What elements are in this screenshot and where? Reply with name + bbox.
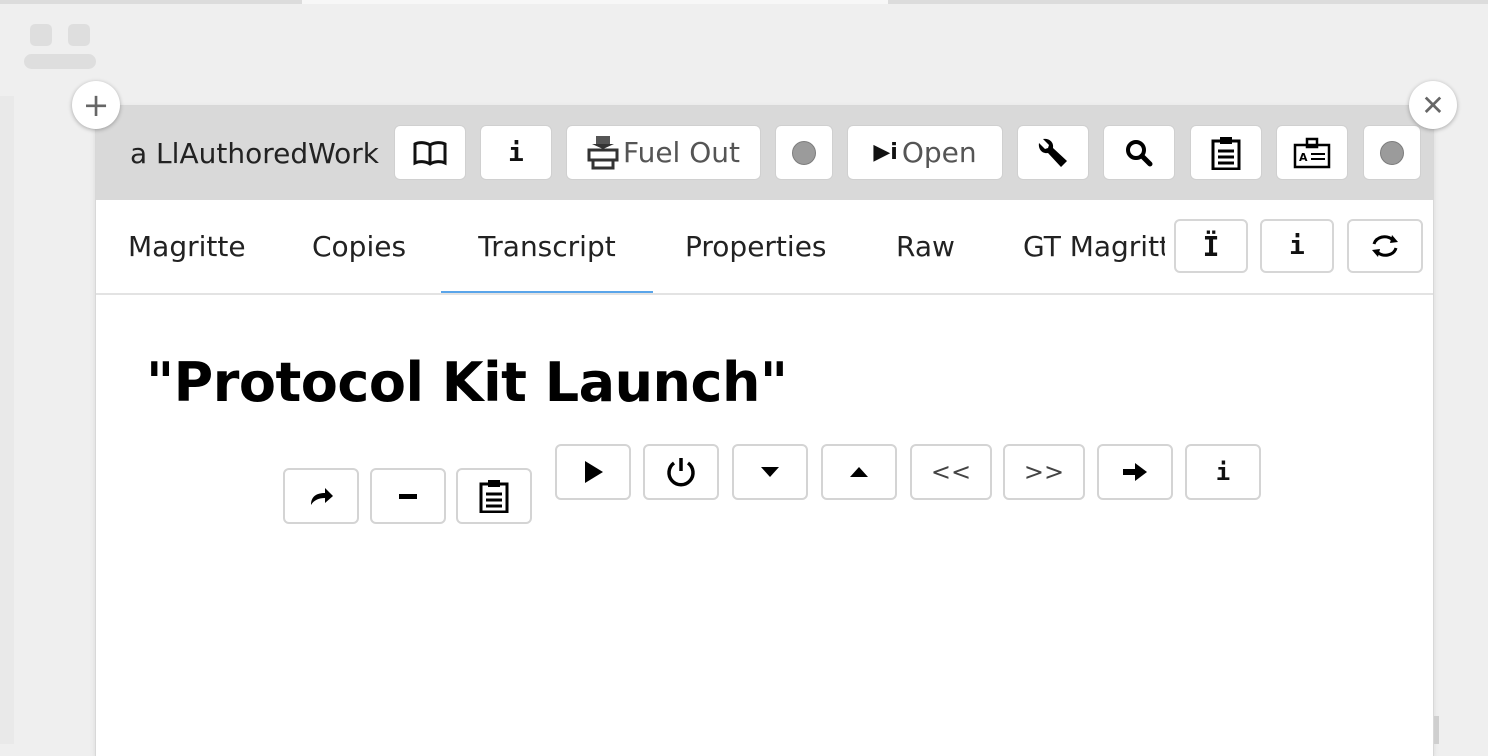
- info-button[interactable]: i: [481, 126, 551, 179]
- tab-info-button[interactable]: i: [1260, 219, 1334, 273]
- play-icon: [585, 461, 603, 483]
- caret-down-button[interactable]: [732, 444, 808, 500]
- gray-dot-icon: [792, 140, 816, 165]
- share-icon: [311, 488, 333, 505]
- window-header: a LlAuthoredWork i Fuel Out ▶i Open A: [96, 106, 1433, 200]
- caret-up-button[interactable]: [821, 444, 897, 500]
- background-window-edge: [0, 96, 14, 744]
- content-info-button[interactable]: i: [1185, 444, 1261, 500]
- arrow-right-icon: [1123, 463, 1147, 481]
- caret-up-icon: [850, 467, 868, 477]
- rewind-button[interactable]: <<: [910, 444, 992, 500]
- info-icon: i: [508, 137, 524, 168]
- play-button[interactable]: [555, 444, 631, 500]
- logo-square-left: [30, 24, 52, 46]
- i-beam-icon: Ï: [1202, 229, 1220, 263]
- info-icon: i: [1289, 231, 1305, 261]
- fuel-out-button[interactable]: Fuel Out: [567, 126, 760, 179]
- open-button[interactable]: ▶i Open: [848, 126, 1002, 179]
- forward-button[interactable]: >>: [1003, 444, 1085, 500]
- id-card-button[interactable]: A: [1277, 126, 1347, 179]
- logo-bar: [24, 54, 96, 69]
- tab-bar: Magritte Copies Transcript Properties Ra…: [96, 200, 1433, 295]
- tab-gt-magritte[interactable]: GT Magritte: [1023, 200, 1165, 293]
- add-button[interactable]: +: [72, 81, 120, 129]
- id-card-icon: A: [1293, 137, 1331, 168]
- book-icon: [413, 140, 447, 166]
- status-dot-button[interactable]: [776, 126, 832, 179]
- share-button[interactable]: [283, 468, 359, 524]
- refresh-icon: [1372, 235, 1398, 257]
- window-scrollbar[interactable]: [1434, 716, 1439, 744]
- wrench-icon: [1038, 138, 1067, 167]
- close-button[interactable]: ✕: [1409, 81, 1457, 129]
- tab-magritte[interactable]: Magritte: [128, 200, 246, 293]
- book-button[interactable]: [395, 126, 465, 179]
- window-title: a LlAuthoredWork: [130, 137, 379, 170]
- caret-down-icon: [761, 467, 779, 477]
- tab-raw[interactable]: Raw: [896, 200, 955, 293]
- tab-copies[interactable]: Copies: [312, 200, 406, 293]
- clipboard-icon: [479, 480, 509, 513]
- clipboard-button[interactable]: [1191, 126, 1261, 179]
- play-info-icon: ▶i: [873, 140, 898, 165]
- arrow-right-button[interactable]: [1097, 444, 1173, 500]
- power-button[interactable]: [643, 444, 719, 500]
- app-logo: [24, 24, 96, 70]
- wrench-button[interactable]: [1018, 126, 1088, 179]
- status-dot-button-2[interactable]: [1364, 126, 1420, 179]
- top-scroll-bar: [0, 0, 1488, 4]
- power-icon: [667, 458, 695, 487]
- inspector-window: a LlAuthoredWork i Fuel Out ▶i Open A Ma…: [96, 106, 1433, 756]
- fuel-out-label: Fuel Out: [623, 136, 740, 169]
- tab-properties[interactable]: Properties: [685, 200, 827, 293]
- ibeam-button[interactable]: Ï: [1174, 219, 1248, 273]
- svg-text:A: A: [1299, 151, 1308, 164]
- clipboard-icon: [1211, 136, 1241, 170]
- search-icon: [1126, 139, 1153, 166]
- content-pane: "Protocol Kit Launch" << >> i: [96, 295, 1433, 756]
- gray-dot-icon: [1380, 140, 1404, 165]
- refresh-button[interactable]: [1347, 219, 1423, 273]
- page-title: "Protocol Kit Launch": [146, 351, 788, 414]
- minus-icon: [399, 493, 417, 499]
- printer-icon: [587, 135, 619, 169]
- top-scroll-thumb[interactable]: [302, 0, 888, 4]
- search-button[interactable]: [1104, 126, 1174, 179]
- clipboard-content-button[interactable]: [456, 468, 532, 524]
- tab-transcript[interactable]: Transcript: [441, 200, 653, 293]
- info-icon: i: [1215, 458, 1231, 486]
- minus-button[interactable]: [370, 468, 446, 524]
- open-label: Open: [901, 136, 977, 169]
- logo-square-right: [68, 24, 90, 46]
